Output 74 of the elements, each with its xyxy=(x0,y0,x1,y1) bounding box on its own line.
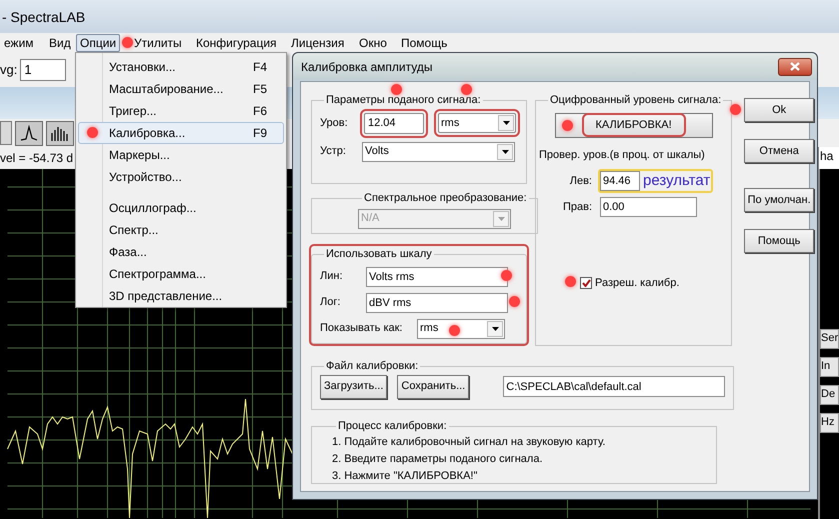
group-label: Процесс калибровки: xyxy=(337,419,448,434)
side-panel-text: Hz xyxy=(820,413,839,433)
dropdown-arrow-icon xyxy=(498,216,504,220)
menu-item[interactable]: Тригер... F6 xyxy=(78,100,284,122)
group-label: Спектральное преобразование: xyxy=(363,191,528,206)
instruction-step: 3. Нажмите "КАЛИБРОВКА!" xyxy=(332,468,708,484)
menu-item[interactable]: ежим xyxy=(0,34,38,52)
dialog-button[interactable]: Загрузить... xyxy=(320,374,388,398)
window-title: - SpectraLAB xyxy=(2,8,86,27)
dropdown-arrow-icon xyxy=(502,121,510,125)
dialog-button[interactable]: Ok xyxy=(744,98,814,122)
caption: Провер. уров.(в проц. от шкалы) xyxy=(539,148,706,162)
close-icon xyxy=(790,62,800,71)
peak-icon xyxy=(20,125,38,141)
dialog-button[interactable]: Помощь xyxy=(744,229,814,253)
side-panel-text: De xyxy=(820,385,839,405)
menu-item[interactable]: Спектр... xyxy=(78,219,284,241)
group-label: Оцифрованный уровень сигнала: xyxy=(549,93,722,108)
side-panel-text: Ser xyxy=(820,329,839,349)
menu-item[interactable]: Фаза... xyxy=(78,241,284,263)
input-field[interactable]: 0.00 xyxy=(600,197,697,217)
instruction-step: 2. Введите параметры поданого сигнала. xyxy=(332,452,708,466)
menu-item[interactable]: Установки... F4 xyxy=(78,56,284,78)
menu-item[interactable]: Помощь xyxy=(397,34,452,52)
average-field[interactable]: 1 xyxy=(20,58,66,80)
dialog-title: Калибровка амплитуды xyxy=(301,58,432,76)
input-field[interactable]: Volts rms xyxy=(366,266,508,286)
field-label: Показывать как: xyxy=(320,321,404,336)
menu-item[interactable]: Калибровка... F9 xyxy=(78,122,284,144)
group-label: Использовать шкалу xyxy=(325,247,433,262)
menu-item[interactable]: Вид xyxy=(45,34,75,52)
field-label: Уров: xyxy=(320,116,349,131)
field-label: Устр: xyxy=(320,144,347,160)
dialog-button[interactable]: Отмена xyxy=(744,139,814,163)
group-label: Файл калибровки: xyxy=(325,359,420,374)
field-label: Прав: xyxy=(562,200,592,215)
menu-item[interactable]: Спектрограмма... xyxy=(78,263,284,285)
menu-item[interactable]: Масштабирование... F5 xyxy=(78,78,284,100)
side-panel-text: ha xyxy=(818,147,839,169)
checkbox[interactable] xyxy=(580,277,592,290)
dialog-button[interactable]: По умолчан. xyxy=(744,188,814,212)
annotation-text: результат xyxy=(643,172,712,190)
menu-item[interactable]: Осциллограф... xyxy=(78,197,284,219)
instruction-step: 1. Подайте калибровочный сигнал на звуковую карту. xyxy=(332,434,708,450)
menu-item[interactable]: Лицензия xyxy=(287,34,348,52)
menu-item[interactable]: Конфигурация xyxy=(192,34,281,52)
group-label: Параметры поданого сигнала: xyxy=(325,93,482,108)
average-label: vg: xyxy=(0,60,18,79)
close-button[interactable] xyxy=(778,58,812,76)
dialog-button[interactable]: Сохранить... xyxy=(397,374,470,398)
toolbar-button[interactable] xyxy=(15,120,43,146)
menu-item[interactable]: 3D представление... xyxy=(78,285,284,307)
menu-item[interactable]: Окно xyxy=(355,34,391,52)
input-field[interactable]: dBV rms xyxy=(366,292,508,312)
menu-item[interactable]: Маркеры... xyxy=(78,144,284,166)
calibrate-button[interactable]: КАЛИБРОВКА! xyxy=(554,112,713,138)
field-label: Лог: xyxy=(320,295,342,310)
dropdown-arrow-icon xyxy=(502,150,508,154)
input-field[interactable]: 94.46 xyxy=(600,171,640,191)
dropdown[interactable]: Volts xyxy=(362,142,515,162)
field-label: Лин: xyxy=(320,269,344,284)
bars-icon xyxy=(50,125,70,141)
path-field[interactable]: C:\SPECLAB\cal\default.cal xyxy=(503,376,726,397)
toolbar-button[interactable] xyxy=(46,120,74,146)
level-readout: vel = -54.73 d xyxy=(0,150,74,167)
check-icon xyxy=(582,279,590,288)
menu-item[interactable]: Опции xyxy=(76,34,120,52)
dropdown[interactable]: rms xyxy=(417,318,505,338)
menu-item[interactable]: Устройство... xyxy=(78,166,284,188)
dropdown-arrow-icon xyxy=(492,326,498,330)
checkbox-label: Разреш. калибр. xyxy=(595,276,680,291)
menu-item[interactable]: Утилиты xyxy=(130,34,186,52)
field-label: Лев: xyxy=(568,174,592,189)
side-panel-text: In xyxy=(820,357,839,377)
